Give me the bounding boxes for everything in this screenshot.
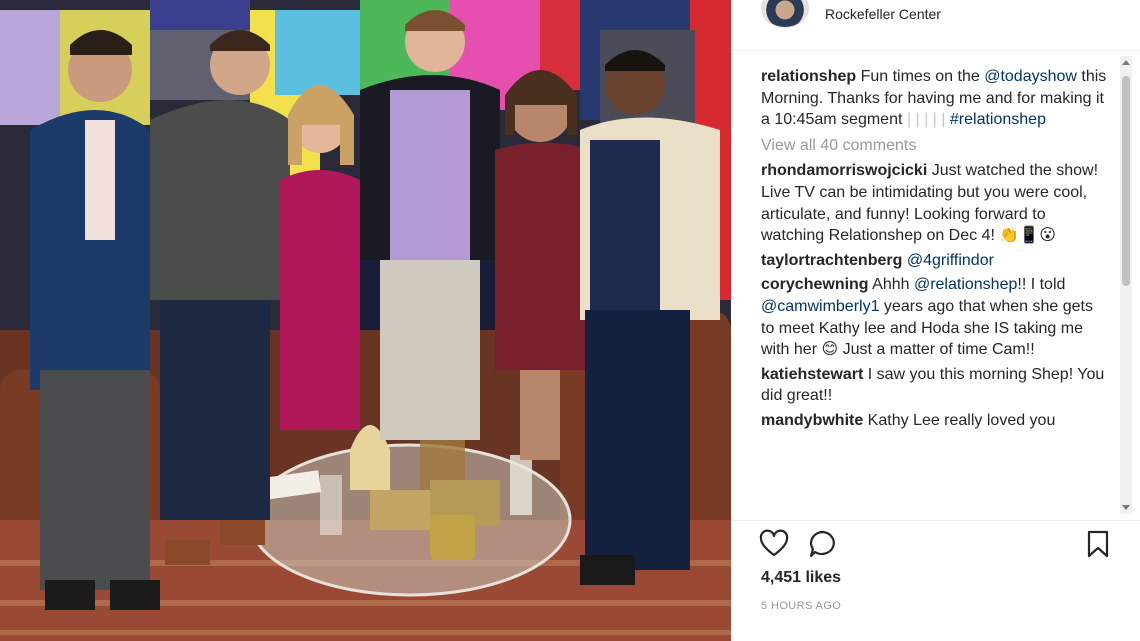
avatar[interactable] <box>761 0 809 28</box>
comment: taylortrachtenberg @4griffindor <box>761 250 1107 272</box>
caption-text: Fun times on the <box>856 68 985 85</box>
post-timestamp[interactable]: 5 HOURS AGO <box>761 600 841 612</box>
location-link[interactable]: Rockefeller Center <box>825 6 941 22</box>
scroll-down-arrow-icon[interactable] <box>1122 505 1130 510</box>
post-header: Rockefeller Center <box>731 0 1140 51</box>
view-all-comments-link[interactable]: View all 40 comments <box>761 135 1107 157</box>
comment: corychewning Ahhh @relationshep!! I told… <box>761 274 1107 360</box>
comments-section: relationshep Fun times on the @todayshow… <box>761 66 1107 512</box>
comment-username[interactable]: mandybwhite <box>761 412 863 429</box>
heart-outline-icon[interactable] <box>759 529 789 559</box>
comment-mention[interactable]: @4griffindor <box>902 252 994 269</box>
comment: rhondamorriswojcicki Just watched the sh… <box>761 160 1107 246</box>
bookmark-icon[interactable] <box>1083 529 1113 559</box>
post-details-panel: Rockefeller Center relationshep Fun time… <box>731 0 1140 641</box>
like-count[interactable]: 4,451 likes <box>761 569 841 587</box>
comment-text: Kathy Lee really loved you <box>863 411 1056 429</box>
scrollbar-thumb[interactable] <box>1122 76 1130 286</box>
comment-username[interactable]: rhondamorriswojcicki <box>761 162 927 179</box>
comment-text: Ahhh <box>868 276 914 294</box>
comment-mention[interactable]: @camwimberly1 <box>761 298 879 315</box>
caption: relationshep Fun times on the @todayshow… <box>761 66 1107 131</box>
comment-text: !! I told <box>1017 276 1066 294</box>
comments-scrollbar[interactable] <box>1120 56 1132 514</box>
post-actions: 4,451 likes 5 HOURS AGO <box>731 520 1140 641</box>
comment-username[interactable]: katiehstewart <box>761 366 863 383</box>
comment-username[interactable]: taylortrachtenberg <box>761 252 902 269</box>
post-photo[interactable] <box>0 0 731 641</box>
comment-mention[interactable]: @relationshep <box>914 276 1017 293</box>
caption-hashtag[interactable]: #relationshep <box>950 111 1046 128</box>
caption-bars: | | | | | <box>906 111 946 129</box>
comment: mandybwhite Kathy Lee really loved you <box>761 410 1107 432</box>
caption-mention[interactable]: @todayshow <box>984 68 1077 85</box>
speech-bubble-icon[interactable] <box>808 529 838 559</box>
scroll-up-arrow-icon[interactable] <box>1122 60 1130 65</box>
caption-username[interactable]: relationshep <box>761 68 856 85</box>
comment: katiehstewart I saw you this morning She… <box>761 364 1107 407</box>
comment-username[interactable]: corychewning <box>761 276 869 293</box>
